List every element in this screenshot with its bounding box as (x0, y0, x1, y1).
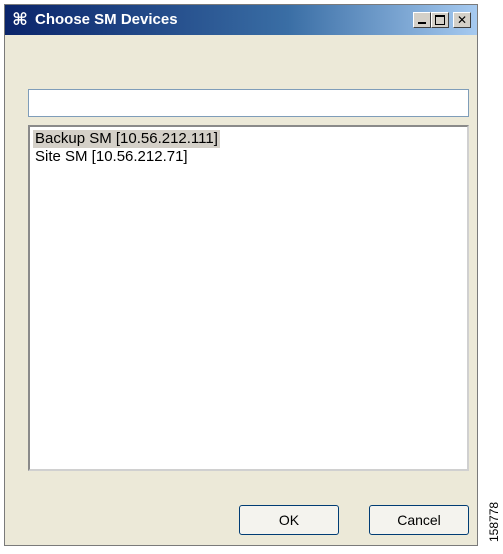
choose-sm-devices-dialog: ⌘ Choose SM Devices ✕ Backup SM [10.56.2… (4, 4, 478, 546)
window-title: Choose SM Devices (35, 11, 178, 28)
minimize-button[interactable] (413, 12, 431, 28)
device-list[interactable]: Backup SM [10.56.212.111] Site SM [10.56… (28, 125, 469, 471)
title-bar[interactable]: ⌘ Choose SM Devices ✕ (5, 5, 477, 35)
device-list-item[interactable]: Backup SM [10.56.212.111] (33, 130, 220, 148)
figure-id: 158778 (487, 501, 501, 542)
app-cross-icon: ⌘ (12, 10, 28, 30)
filter-input[interactable] (28, 89, 469, 117)
device-list-item[interactable]: Site SM [10.56.212.71] (33, 148, 190, 166)
maximize-button[interactable] (431, 12, 449, 28)
ok-button[interactable]: OK (239, 505, 339, 535)
minimize-icon (418, 22, 426, 24)
close-icon: ✕ (456, 13, 468, 27)
maximize-icon (435, 15, 445, 25)
close-button[interactable]: ✕ (453, 12, 471, 28)
cancel-button[interactable]: Cancel (369, 505, 469, 535)
